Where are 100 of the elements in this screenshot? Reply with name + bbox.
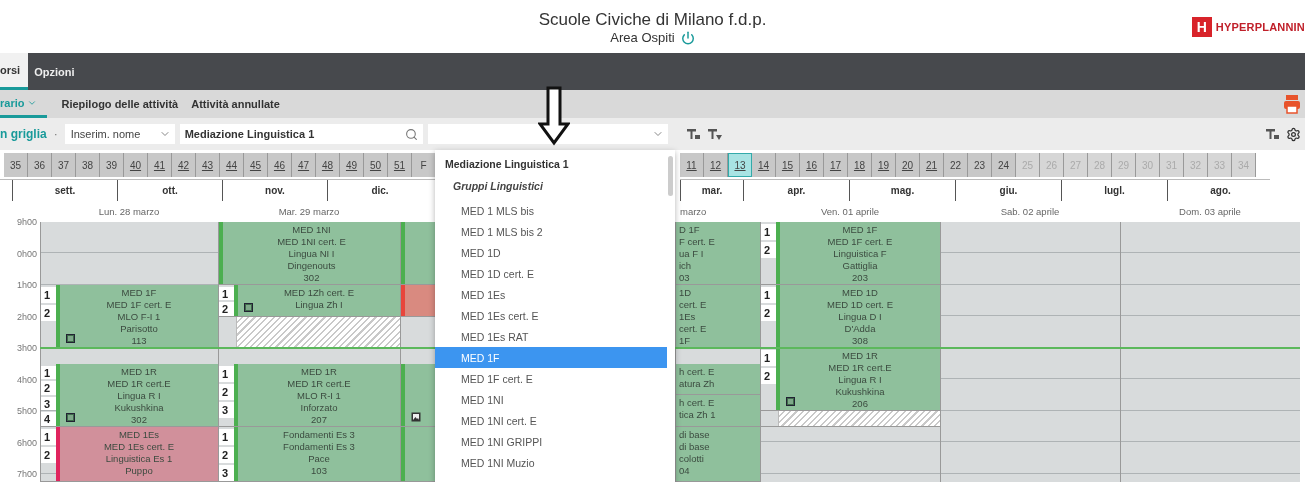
week-tab[interactable]: 49 bbox=[340, 153, 364, 177]
lesson-text: Linguistica F bbox=[833, 248, 887, 260]
mode-select[interactable]: Inserim. nome bbox=[64, 124, 175, 144]
week-tab[interactable]: 39 bbox=[100, 153, 124, 177]
dropdown-option[interactable]: MED 1D bbox=[435, 242, 667, 263]
lesson-text: MED 1F bbox=[121, 287, 157, 299]
part-number: 2 bbox=[219, 383, 234, 400]
lesson-block[interactable]: MED 1F MED 1F cert. E Linguistica F Gattiglia 203 bbox=[776, 222, 940, 284]
search-icon[interactable] bbox=[404, 127, 418, 141]
search-field[interactable]: Mediazione Linguistica 1 bbox=[179, 124, 423, 144]
lesson-text: h cert. E bbox=[679, 365, 715, 378]
lesson-text: MED 1R cert.E bbox=[107, 377, 171, 390]
pdf-print-icon[interactable] bbox=[1283, 94, 1301, 114]
lesson-text: Inforzato bbox=[300, 401, 338, 414]
dropdown-option[interactable]: MED 1NI GRIPPI bbox=[435, 431, 667, 452]
week-tab[interactable]: 41 bbox=[148, 153, 172, 177]
dropdown-option[interactable]: MED 1F bbox=[435, 347, 667, 368]
nav-tab[interactable]: orsi bbox=[0, 53, 29, 90]
week-tab[interactable]: 40 bbox=[124, 153, 148, 177]
week-tab[interactable]: 42 bbox=[172, 153, 196, 177]
lesson-text: MED 1F cert. E bbox=[106, 299, 172, 311]
sub-tab[interactable]: Riepilogo delle attività bbox=[61, 90, 186, 118]
lesson-block[interactable]: di base di base colotti 04 bbox=[676, 426, 760, 481]
lesson-block[interactable]: MED 1R MED 1R cert.E Lingua R I Kukushkina 302 bbox=[56, 363, 218, 426]
week-tab[interactable]: 16 bbox=[800, 153, 824, 177]
lesson-text: Pace bbox=[308, 452, 330, 465]
part-number: 1 bbox=[219, 428, 234, 445]
settings-icon[interactable] bbox=[1286, 126, 1301, 142]
lesson-text: 1F bbox=[679, 335, 691, 347]
dropdown-option[interactable]: MED 1NI Muzio bbox=[435, 452, 667, 473]
week-tab[interactable]: 21 bbox=[920, 153, 944, 177]
week-tab[interactable]: 50 bbox=[364, 153, 388, 177]
part-number: 2 bbox=[41, 446, 56, 463]
week-tab[interactable]: 47 bbox=[292, 153, 316, 177]
scroll-thumb[interactable] bbox=[668, 156, 673, 196]
week-tab[interactable]: 46 bbox=[268, 153, 292, 177]
lesson-block[interactable]: h cert. E atura Zh bbox=[676, 363, 760, 395]
month-label: sett. bbox=[12, 180, 117, 201]
lesson-text: Parisotto bbox=[120, 323, 158, 335]
week-tab[interactable]: 38 bbox=[76, 153, 100, 177]
lesson-block[interactable]: D 1F F cert. E ua F I ich 03 bbox=[676, 222, 760, 284]
lesson-text: MED 1D bbox=[842, 287, 878, 299]
week-tab[interactable]: F bbox=[412, 153, 435, 177]
column-filter-icon[interactable] bbox=[685, 126, 702, 142]
month-label: lugl. bbox=[1061, 180, 1167, 201]
part-number: 4 bbox=[41, 412, 56, 426]
week-tab[interactable]: 24 bbox=[992, 153, 1016, 177]
week-tab[interactable]: 35 bbox=[4, 153, 28, 177]
week-tab[interactable]: 22 bbox=[944, 153, 968, 177]
lesson-text: MED 1D cert. E bbox=[827, 299, 893, 311]
lesson-block[interactable]: MED 1R MED 1R cert.E MLO R-I 1 Inforzato 207 bbox=[234, 363, 400, 426]
dropdown-option[interactable]: MED 1F cert. E bbox=[435, 368, 667, 389]
power-icon[interactable] bbox=[680, 30, 695, 45]
dropdown-option[interactable]: MED 1D cert. E bbox=[435, 263, 667, 284]
lesson-block[interactable]: MED 1F MED 1F cert. E MLO F-I 1 Parisotto 113 bbox=[56, 285, 218, 347]
column-settings-icon[interactable] bbox=[1265, 126, 1281, 142]
week-tab[interactable]: 48 bbox=[316, 153, 340, 177]
week-tab[interactable]: 11 bbox=[680, 153, 704, 177]
week-tab[interactable]: 44 bbox=[220, 153, 244, 177]
week-tab[interactable]: 18 bbox=[848, 153, 872, 177]
lesson-block[interactable]: Fondamenti Es 3 Fondamenti Es 3 Pace 103 bbox=[234, 426, 400, 481]
dropdown-option[interactable]: MED 1NI cert. E bbox=[435, 410, 667, 431]
lesson-block[interactable]: MED 1Es MED 1Es cert. E Linguistica Es 1 Puppo bbox=[56, 426, 218, 481]
week-tab[interactable]: 13 bbox=[728, 153, 752, 177]
lesson-block[interactable]: h cert. E tica Zh 1 bbox=[676, 395, 760, 426]
week-tab[interactable]: 20 bbox=[896, 153, 920, 177]
hour-label: 5h00 bbox=[15, 405, 38, 418]
week-tab[interactable]: 12 bbox=[704, 153, 728, 177]
dropdown-option[interactable]: MED 1 MLS bis bbox=[435, 200, 667, 221]
dropdown-option[interactable]: MED 1Es cert. E bbox=[435, 305, 667, 326]
nav-tab[interactable]: Opzioni bbox=[28, 53, 83, 90]
lesson-block[interactable]: 1D cert. E 1Es cert. E 1F bbox=[676, 285, 760, 347]
sub-tab[interactable]: Attività annullate bbox=[191, 90, 287, 118]
dropdown-option[interactable]: MED 1NI bbox=[435, 389, 667, 410]
week-tab[interactable]: 23 bbox=[968, 153, 992, 177]
lesson-block[interactable]: MED 1R MED 1R cert.E Lingua R I Kukushkina 206 bbox=[776, 348, 940, 410]
week-tab[interactable]: 37 bbox=[52, 153, 76, 177]
lesson-text: 302 bbox=[131, 413, 147, 426]
dropdown-option[interactable]: MED 1Es bbox=[435, 284, 667, 305]
lesson-block[interactable]: MED 1D MED 1D cert. E Lingua D I D'Adda 308 bbox=[776, 285, 940, 347]
lesson-block[interactable]: MED 1Zh cert. E Lingua Zh I bbox=[234, 285, 400, 316]
lesson-block[interactable]: MED 1NI MED 1NI cert. E Lingua NI I Dingenouts 302 bbox=[219, 222, 400, 284]
dropdown-option[interactable]: MED 1 MLS bis 2 bbox=[435, 221, 667, 242]
week-tab[interactable]: 14 bbox=[752, 153, 776, 177]
lesson-text: MED 1F bbox=[842, 224, 878, 236]
week-tab[interactable]: 45 bbox=[244, 153, 268, 177]
lesson-text: Lingua R I bbox=[838, 374, 882, 386]
week-tab[interactable]: 17 bbox=[824, 153, 848, 177]
lesson-text: h cert. E bbox=[679, 397, 715, 410]
hour-label: 7h00 bbox=[15, 468, 38, 481]
sort-filter-icon[interactable] bbox=[706, 126, 723, 142]
week-tab[interactable]: 51 bbox=[388, 153, 412, 177]
part-number: 1 bbox=[761, 287, 776, 303]
lesson-text: F cert. E bbox=[679, 236, 715, 248]
week-tab[interactable]: 36 bbox=[28, 153, 52, 177]
week-tab[interactable]: 43 bbox=[196, 153, 220, 177]
week-tab[interactable]: 15 bbox=[776, 153, 800, 177]
week-tab[interactable]: 19 bbox=[872, 153, 896, 177]
group-select[interactable] bbox=[427, 124, 668, 144]
dropdown-option[interactable]: MED 1Es RAT bbox=[435, 326, 667, 347]
